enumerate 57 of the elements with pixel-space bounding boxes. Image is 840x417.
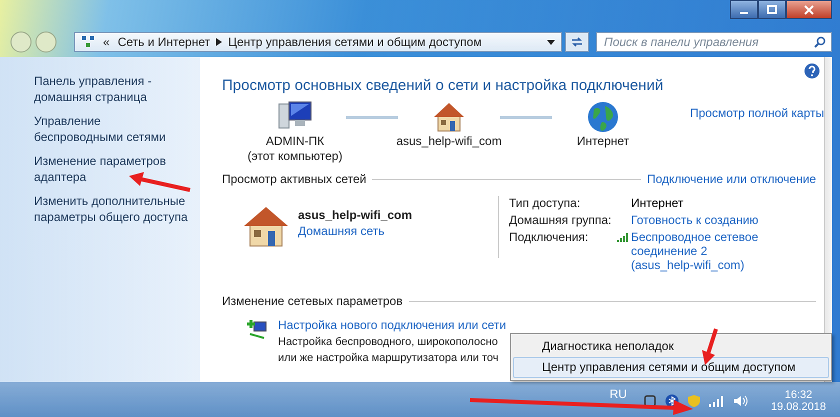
clock-time: 16:32 <box>784 388 812 400</box>
detail-label: Подключения: <box>509 230 590 246</box>
node-label: asus_help-wifi_com <box>396 134 502 149</box>
menu-item[interactable]: Диагностика неполадок <box>513 336 829 357</box>
clock-date: 19.08.2018 <box>770 400 826 412</box>
detail-label: Тип доступа: <box>509 196 582 210</box>
signal-icon <box>617 232 629 242</box>
menu-item[interactable]: Центр управления сетями и общим доступом <box>513 357 829 378</box>
detail-value: Интернет <box>631 196 684 210</box>
help-icon[interactable] <box>804 63 820 79</box>
network-icon <box>81 35 95 49</box>
task-description: или же настройка маршрутизатора или точ <box>278 352 500 364</box>
connection-line <box>346 116 398 119</box>
breadcrumb[interactable]: Сеть и Интернет <box>118 35 210 49</box>
network-name: asus_help-wifi_com <box>298 208 412 222</box>
house-icon <box>432 100 466 134</box>
close-button[interactable] <box>786 0 832 19</box>
network-plus-icon <box>246 318 268 340</box>
sidebar-link[interactable]: Управление беспроводными сетями <box>34 113 190 145</box>
section-heading: Изменение сетевых параметров <box>222 294 403 308</box>
search-field[interactable]: Поиск в панели управления <box>596 32 832 52</box>
close-icon <box>804 4 814 14</box>
search-icon <box>814 36 826 48</box>
connection-line <box>500 116 552 119</box>
dropdown-arrow-icon[interactable] <box>547 40 555 44</box>
minimize-icon <box>740 12 748 14</box>
connect-disconnect-link[interactable]: Подключение или отключение <box>646 172 816 186</box>
separator-arrow-icon <box>216 38 222 46</box>
full-map-link[interactable]: Просмотр полной карты <box>690 106 824 120</box>
detail-link[interactable]: Беспроводное сетевое соединение 2 (asus_help-wifi_com) <box>631 230 763 272</box>
sidebar-link[interactable]: Изменение параметров адаптера <box>34 153 190 185</box>
node-label: Интернет <box>576 134 630 149</box>
globe-icon <box>586 100 620 134</box>
section-heading: Просмотр активных сетей <box>222 172 366 186</box>
node-sublabel: (этот компьютер) <box>248 149 342 164</box>
tray-icon[interactable] <box>642 394 657 408</box>
maximize-button[interactable] <box>758 0 786 19</box>
node-label: ADMIN-ПК <box>266 134 324 149</box>
address-bar[interactable]: « Сеть и Интернет Центр управления сетями и общим доступом <box>74 32 562 52</box>
arrows-icon <box>570 35 584 49</box>
sidebar-link[interactable]: Панель управления - домашняя страница <box>34 73 190 105</box>
sidebar-link[interactable]: Изменить дополнительные параметры общего доступа <box>34 193 190 225</box>
speaker-icon[interactable] <box>732 394 749 408</box>
signal-icon[interactable] <box>708 394 725 406</box>
network-type-link[interactable]: Домашняя сеть <box>298 224 412 238</box>
overflow-chevron[interactable]: « <box>103 35 110 49</box>
detail-label: Домашняя группа: <box>509 213 612 227</box>
house-icon <box>242 204 290 248</box>
refresh-button[interactable] <box>565 32 589 52</box>
breadcrumb[interactable]: Центр управления сетями и общим доступом <box>228 35 482 49</box>
page-title: Просмотр основных сведений о сети и настройка подключений <box>222 77 664 94</box>
task-description: Настройка беспроводного, широкополосно <box>278 336 499 348</box>
task-link[interactable]: Настройка нового подключения или сети <box>278 318 506 332</box>
detail-link[interactable]: Готовность к созданию <box>631 213 758 227</box>
minimize-button[interactable] <box>730 0 758 19</box>
arrow <box>128 172 192 194</box>
maximize-icon <box>767 4 777 14</box>
